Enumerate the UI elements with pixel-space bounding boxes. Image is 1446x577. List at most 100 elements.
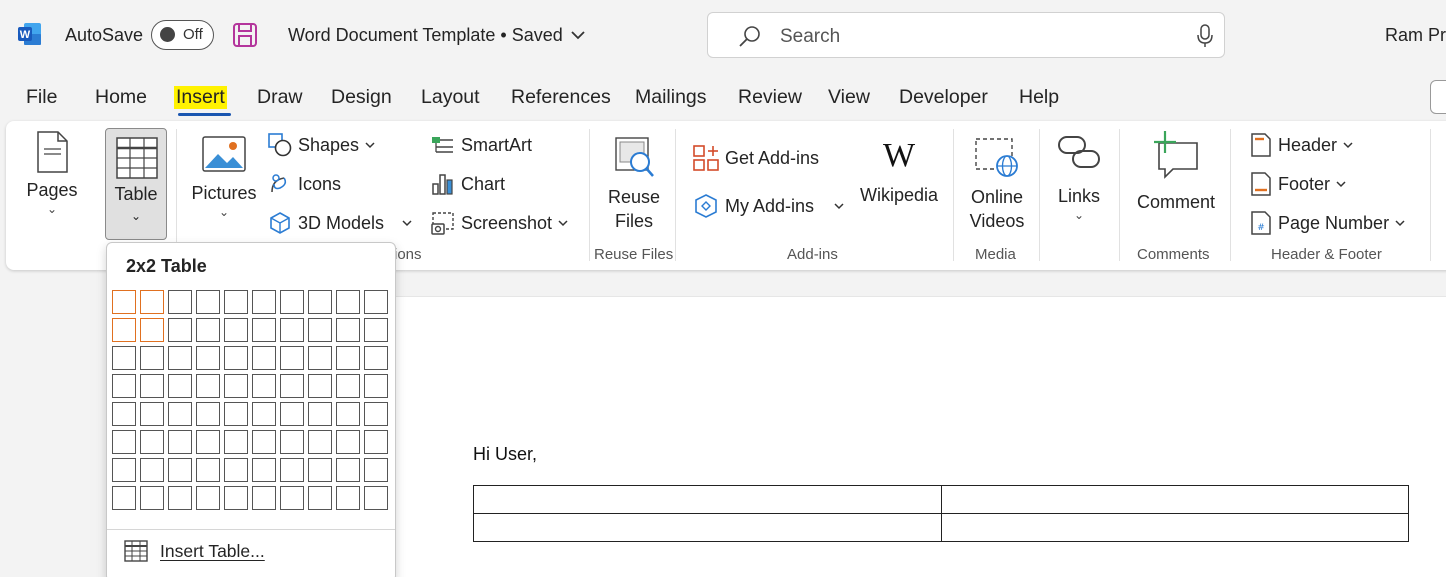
comment-button[interactable]: Comment	[1131, 131, 1221, 214]
table-grid-cell[interactable]	[168, 458, 192, 482]
document-greeting[interactable]: Hi User,	[473, 444, 537, 465]
table-grid-cell[interactable]	[280, 458, 304, 482]
table-grid-cell[interactable]	[224, 430, 248, 454]
table-grid-cell[interactable]	[168, 430, 192, 454]
table-grid-cell[interactable]	[308, 346, 332, 370]
table-grid-cell[interactable]	[336, 486, 360, 510]
table-grid-cell[interactable]	[252, 290, 276, 314]
table-grid-cell[interactable]	[336, 346, 360, 370]
table-grid-cell[interactable]	[196, 458, 220, 482]
table-grid-cell[interactable]	[252, 430, 276, 454]
table-grid-cell[interactable]	[196, 290, 220, 314]
user-name[interactable]: Ram Pr	[1385, 25, 1446, 46]
table-grid-cell[interactable]	[252, 486, 276, 510]
3d-models-button[interactable]: 3D Models	[268, 211, 418, 235]
search-input[interactable]: Search	[780, 26, 840, 48]
table-grid-cell[interactable]	[280, 402, 304, 426]
table-grid-cell[interactable]	[112, 346, 136, 370]
table-grid-cell[interactable]	[252, 402, 276, 426]
header-button[interactable]: Header	[1250, 133, 1359, 157]
table-grid-cell[interactable]	[308, 374, 332, 398]
table-grid-cell[interactable]	[224, 318, 248, 342]
table-grid-cell[interactable]	[308, 402, 332, 426]
table-grid-cell[interactable]	[112, 290, 136, 314]
table-button[interactable]: Table ⌄	[105, 128, 167, 240]
table-grid-cell[interactable]	[308, 318, 332, 342]
table-grid-cell[interactable]	[112, 318, 136, 342]
comments-toggle-button[interactable]	[1430, 80, 1446, 114]
pictures-button[interactable]: Pictures ⌄	[188, 136, 260, 219]
tab-help[interactable]: Help	[1019, 86, 1059, 109]
table-grid-cell[interactable]	[140, 430, 164, 454]
table-grid-cell[interactable]	[252, 346, 276, 370]
table-grid-cell[interactable]	[364, 346, 388, 370]
table-grid-cell[interactable]	[168, 402, 192, 426]
table-grid-cell[interactable]	[168, 374, 192, 398]
chevron-down-icon[interactable]	[402, 218, 412, 228]
table-grid-cell[interactable]	[280, 318, 304, 342]
table-cell[interactable]	[473, 485, 942, 514]
smartart-button[interactable]: SmartArt	[431, 133, 532, 157]
table-grid-cell[interactable]	[364, 318, 388, 342]
pages-button[interactable]: Pages ⌄	[24, 131, 80, 216]
search-box[interactable]: Search	[707, 12, 1225, 58]
icons-button[interactable]: Icons	[268, 172, 341, 196]
table-grid-cell[interactable]	[336, 290, 360, 314]
table-grid-cell[interactable]	[196, 318, 220, 342]
tab-review[interactable]: Review	[738, 86, 802, 109]
table-grid-cell[interactable]	[112, 430, 136, 454]
table-grid-cell[interactable]	[140, 318, 164, 342]
table-grid-cell[interactable]	[140, 374, 164, 398]
document-table[interactable]	[473, 485, 1409, 542]
table-grid-cell[interactable]	[224, 458, 248, 482]
table-grid-cell[interactable]	[364, 486, 388, 510]
page-number-button[interactable]: # Page Number	[1250, 211, 1411, 235]
table-grid-cell[interactable]	[224, 346, 248, 370]
table-grid-cell[interactable]	[224, 374, 248, 398]
table-grid-cell[interactable]	[168, 318, 192, 342]
table-grid-cell[interactable]	[280, 486, 304, 510]
footer-button[interactable]: Footer	[1250, 172, 1352, 196]
table-grid-cell[interactable]	[280, 374, 304, 398]
table-grid-cell[interactable]	[168, 346, 192, 370]
table-grid-cell[interactable]	[364, 374, 388, 398]
table-grid-cell[interactable]	[252, 318, 276, 342]
tab-file[interactable]: File	[26, 86, 57, 109]
table-grid-cell[interactable]	[196, 374, 220, 398]
table-grid-cell[interactable]	[280, 430, 304, 454]
table-grid-cell[interactable]	[140, 290, 164, 314]
table-grid-cell[interactable]	[308, 430, 332, 454]
reuse-files-button[interactable]: Reuse Files	[603, 136, 665, 233]
table-grid-cell[interactable]	[252, 458, 276, 482]
table-grid-cell[interactable]	[364, 290, 388, 314]
table-grid-cell[interactable]	[140, 346, 164, 370]
table-grid-cell[interactable]	[196, 402, 220, 426]
tab-draw[interactable]: Draw	[257, 86, 303, 109]
save-icon[interactable]	[232, 22, 258, 48]
my-addins-button[interactable]: My Add-ins	[693, 193, 850, 219]
tab-insert[interactable]: Insert	[174, 86, 227, 109]
table-grid-cell[interactable]	[308, 458, 332, 482]
table-grid-cell[interactable]	[196, 346, 220, 370]
table-grid-cell[interactable]	[308, 486, 332, 510]
wikipedia-button[interactable]: W Wikipedia	[858, 137, 940, 207]
table-grid-cell[interactable]	[196, 430, 220, 454]
table-grid-cell[interactable]	[364, 458, 388, 482]
screenshot-button[interactable]: Screenshot	[431, 211, 574, 235]
table-grid-cell[interactable]	[224, 402, 248, 426]
table-grid-cell[interactable]	[140, 458, 164, 482]
table-grid-cell[interactable]	[252, 374, 276, 398]
links-button[interactable]: Links ⌄	[1051, 133, 1107, 222]
tab-mailings[interactable]: Mailings	[635, 86, 707, 109]
tab-design[interactable]: Design	[331, 86, 392, 109]
microphone-icon[interactable]	[1196, 24, 1214, 48]
get-addins-button[interactable]: Get Add-ins	[693, 145, 819, 171]
chevron-down-icon[interactable]	[570, 27, 586, 43]
table-cell[interactable]	[940, 485, 1409, 514]
chevron-down-icon[interactable]	[834, 201, 844, 211]
table-grid-cell[interactable]	[280, 290, 304, 314]
online-videos-button[interactable]: Online Videos	[964, 136, 1030, 233]
table-grid-cell[interactable]	[336, 318, 360, 342]
chart-button[interactable]: Chart	[431, 172, 505, 196]
table-grid-cell[interactable]	[336, 374, 360, 398]
